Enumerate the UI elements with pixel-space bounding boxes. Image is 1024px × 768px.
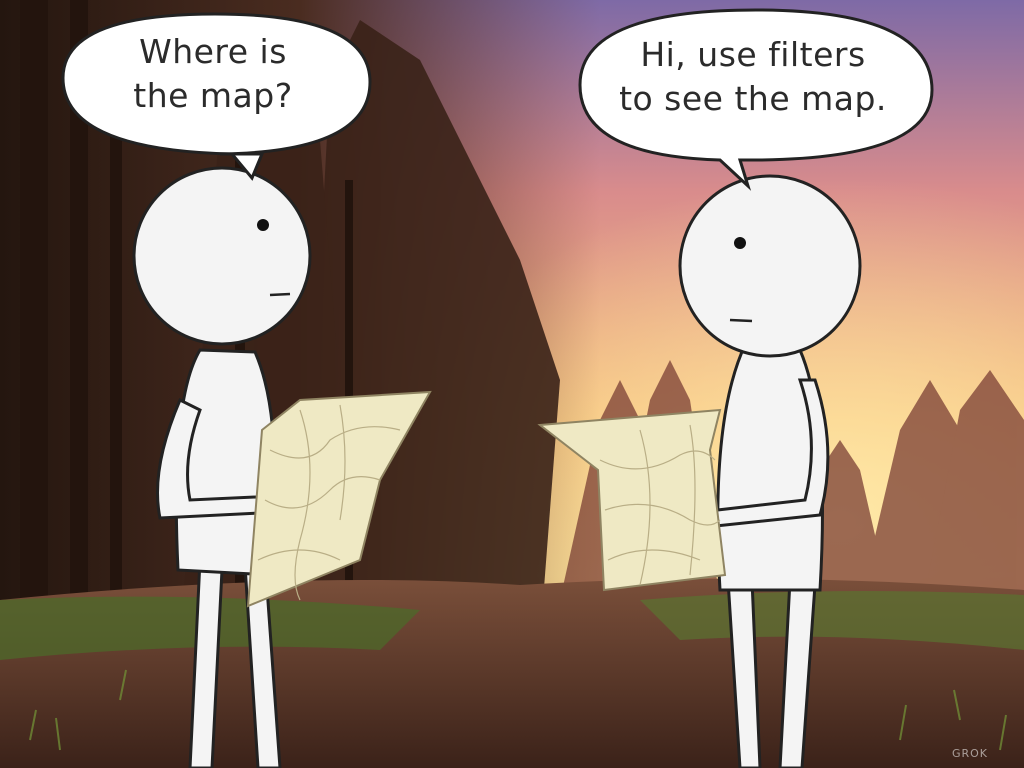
scene: Where is the map? Hi, use filters to see… xyxy=(0,0,1024,768)
left-speech-text: Where is the map? xyxy=(133,32,293,115)
grok-watermark: GROK xyxy=(951,747,988,760)
right-speech-text: Hi, use filters to see the map. xyxy=(619,35,887,118)
